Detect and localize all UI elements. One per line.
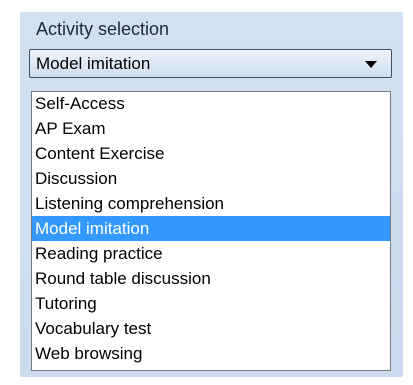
panel-title: Activity selection	[36, 19, 170, 39]
list-item-discussion[interactable]: Discussion	[32, 166, 390, 191]
list-item-self-access[interactable]: Self-Access	[32, 92, 390, 116]
list-item-round-table-discussion[interactable]: Round table discussion	[32, 266, 390, 291]
list-item-model-imitation[interactable]: Model imitation	[32, 216, 390, 241]
activity-dropdown-list: Self-Access AP Exam Content Exercise Dis…	[31, 91, 391, 371]
list-item-web-browsing[interactable]: Web browsing	[32, 341, 390, 366]
activity-combobox[interactable]: Model imitation	[29, 49, 392, 78]
activity-selection-panel: Activity selection Model imitation Self-…	[20, 12, 403, 377]
list-item-listening-comprehension[interactable]: Listening comprehension	[32, 191, 390, 216]
combobox-selected-value: Model imitation	[36, 54, 151, 73]
list-item-reading-practice[interactable]: Reading practice	[32, 241, 390, 266]
list-item-content-exercise[interactable]: Content Exercise	[32, 141, 390, 166]
list-item-ap-exam[interactable]: AP Exam	[32, 116, 390, 141]
chevron-down-icon[interactable]	[365, 61, 377, 68]
list-item-vocabulary-test[interactable]: Vocabulary test	[32, 316, 390, 341]
list-item-tutoring[interactable]: Tutoring	[32, 291, 390, 316]
